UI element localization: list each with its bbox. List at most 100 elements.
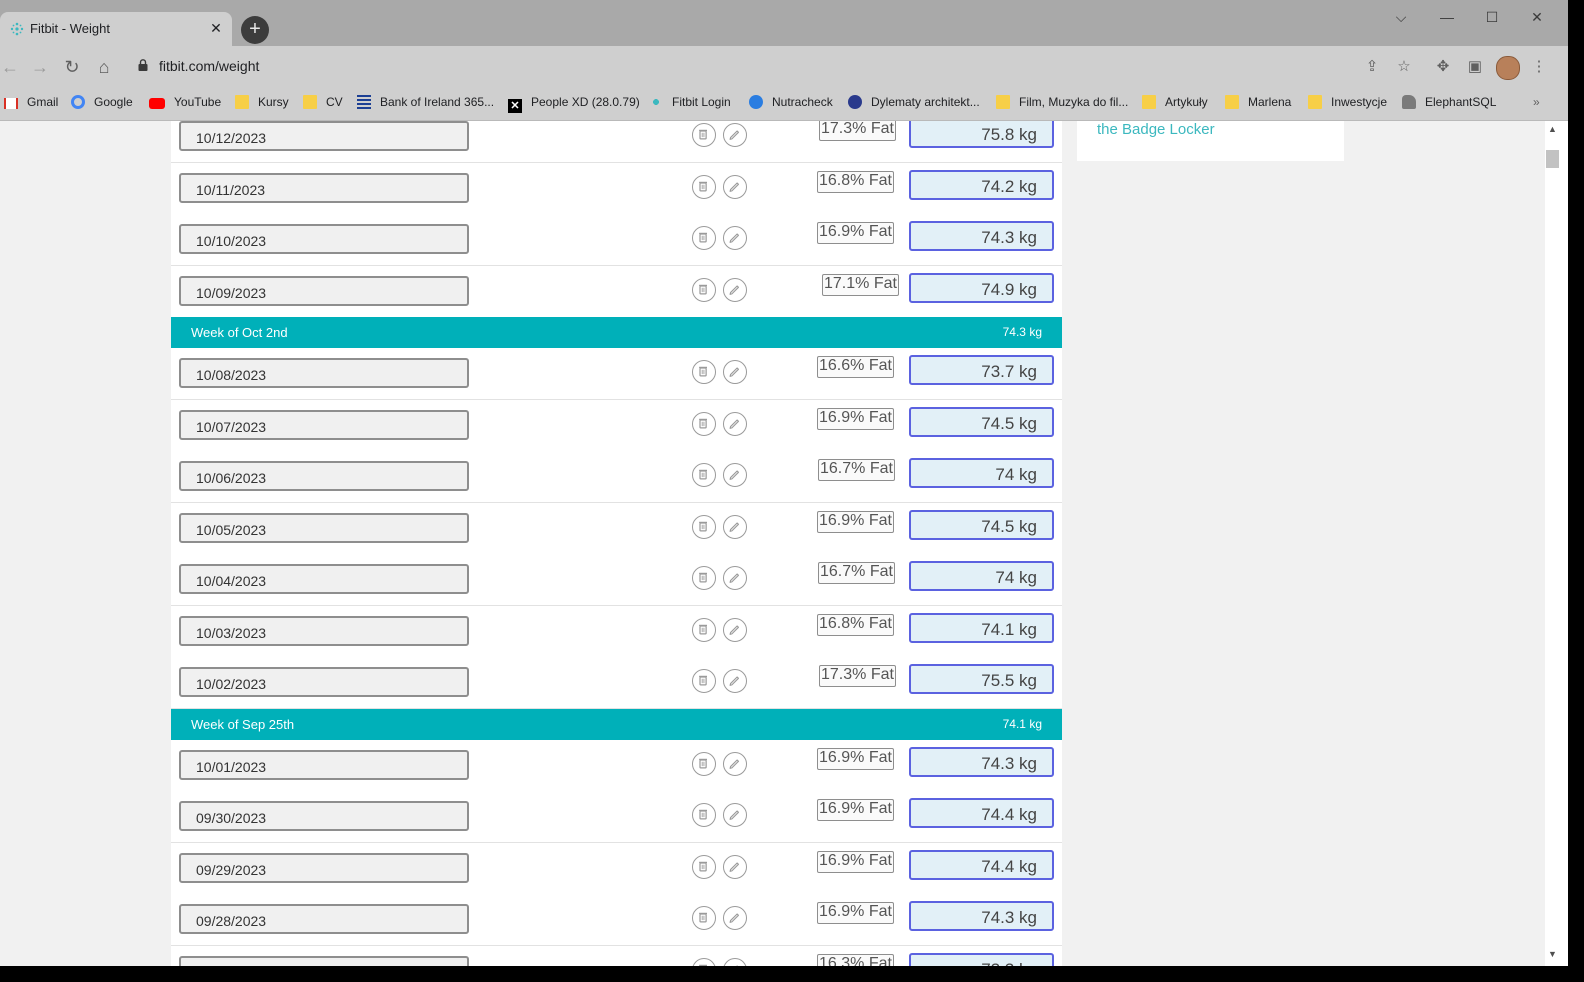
weight-field[interactable]: 73.3 kg — [909, 952, 1054, 966]
date-field[interactable]: 10/01/2023 — [179, 749, 469, 780]
delete-button[interactable] — [692, 411, 716, 436]
date-field[interactable]: 10/12/2023 — [179, 121, 469, 151]
date-field[interactable]: 09/28/2023 — [179, 904, 469, 934]
date-field[interactable]: 10/09/2023 — [179, 275, 469, 306]
new-tab-button[interactable]: + — [241, 16, 269, 44]
scrollbar[interactable]: ▲ ▼ — [1545, 121, 1560, 966]
edit-button[interactable] — [723, 957, 747, 966]
date-field[interactable]: 10/04/2023 — [179, 564, 469, 594]
bookmark-artykuly[interactable]: Artykuły — [1142, 95, 1208, 113]
weight-field[interactable]: 74.2 kg — [909, 169, 1054, 200]
bookmark-elephantsql[interactable]: ElephantSQL — [1402, 95, 1496, 113]
edit-button[interactable] — [723, 514, 747, 539]
bookmark-cv[interactable]: CV — [303, 95, 343, 113]
delete-button[interactable] — [692, 226, 716, 250]
delete-button[interactable] — [692, 854, 716, 879]
delete-button[interactable] — [692, 957, 716, 966]
scroll-up-icon[interactable]: ▲ — [1548, 124, 1557, 134]
bookmark-fitbit-login[interactable]: Fitbit Login — [649, 95, 731, 113]
bookmark-kursy[interactable]: Kursy — [235, 95, 289, 113]
delete-button[interactable] — [692, 123, 716, 147]
weight-field[interactable]: 74 kg — [909, 561, 1054, 591]
star-icon[interactable]: ☆ — [1393, 56, 1415, 78]
delete-button[interactable] — [692, 566, 716, 590]
share-icon[interactable]: ⇪ — [1361, 56, 1383, 78]
weight-field[interactable]: 74.5 kg — [909, 406, 1054, 437]
avatar[interactable] — [1496, 56, 1520, 80]
delete-button[interactable] — [692, 906, 716, 930]
bookmark-film-muzyka[interactable]: Film, Muzyka do fil... — [996, 95, 1128, 113]
bookmark-gmail[interactable]: Gmail — [4, 95, 58, 113]
tab-fitbit-weight[interactable]: Fitbit - Weight ✕ — [0, 12, 232, 46]
edit-button[interactable] — [723, 566, 747, 590]
weight-field[interactable]: 74.4 kg — [909, 849, 1054, 880]
date-field[interactable]: 10/07/2023 — [179, 409, 469, 440]
date-field[interactable]: 09/27/2023 — [179, 955, 469, 966]
scroll-down-icon[interactable]: ▼ — [1548, 949, 1557, 959]
extensions-icon[interactable]: ✥ — [1432, 56, 1454, 78]
weight-field[interactable]: 75.5 kg — [909, 664, 1054, 694]
date-field[interactable]: 09/30/2023 — [179, 801, 469, 831]
edit-button[interactable] — [723, 854, 747, 879]
weight-field[interactable]: 74.5 kg — [909, 509, 1054, 540]
delete-button[interactable] — [692, 669, 716, 693]
forward-icon[interactable]: → — [28, 55, 52, 79]
chevron-down-icon[interactable]: ⌵ — [1390, 6, 1412, 28]
tab-close-icon[interactable]: ✕ — [208, 20, 224, 36]
bookmark-nutracheck[interactable]: Nutracheck — [749, 95, 833, 113]
weight-field[interactable]: 74.9 kg — [909, 272, 1054, 303]
date-field[interactable]: 10/02/2023 — [179, 667, 469, 697]
bookmark-people-xd[interactable]: ✕ People XD (28.0.79) — [508, 95, 640, 113]
edit-button[interactable] — [723, 906, 747, 930]
address-bar[interactable]: fitbit.com/weight — [128, 51, 1408, 83]
date-field[interactable]: 10/11/2023 — [179, 172, 469, 203]
home-icon[interactable]: ⌂ — [92, 55, 116, 79]
delete-button[interactable] — [692, 617, 716, 642]
edit-button[interactable] — [723, 360, 747, 384]
more-bookmarks-icon[interactable]: » — [1533, 95, 1540, 113]
delete-button[interactable] — [692, 751, 716, 776]
weight-field[interactable]: 75.8 kg — [909, 121, 1054, 148]
bookmark-youtube[interactable]: YouTube — [149, 95, 221, 113]
edit-button[interactable] — [723, 411, 747, 436]
menu-icon[interactable]: ⋮ — [1528, 56, 1550, 78]
delete-button[interactable] — [692, 514, 716, 539]
edit-button[interactable] — [723, 803, 747, 827]
edit-button[interactable] — [723, 174, 747, 199]
reload-icon[interactable]: ↻ — [60, 55, 84, 79]
bookmark-bank-of-ireland[interactable]: Bank of Ireland 365... — [357, 95, 494, 113]
weight-field[interactable]: 74.3 kg — [909, 221, 1054, 251]
back-icon[interactable]: ← — [0, 55, 22, 79]
edit-button[interactable] — [723, 277, 747, 302]
weight-field[interactable]: 74 kg — [909, 458, 1054, 488]
weight-field[interactable]: 74.3 kg — [909, 901, 1054, 931]
date-field[interactable]: 10/05/2023 — [179, 512, 469, 543]
date-field[interactable]: 10/10/2023 — [179, 224, 469, 254]
weight-field[interactable]: 74.1 kg — [909, 612, 1054, 643]
bookmark-marlena[interactable]: Marlena — [1225, 95, 1291, 113]
side-panel-icon[interactable]: ▣ — [1464, 56, 1486, 78]
date-field[interactable]: 10/08/2023 — [179, 358, 469, 388]
scrollbar-thumb[interactable] — [1546, 150, 1559, 168]
edit-button[interactable] — [723, 226, 747, 250]
bookmark-dylematy[interactable]: Dylematy architekt... — [848, 95, 980, 113]
date-field[interactable]: 10/06/2023 — [179, 461, 469, 491]
edit-button[interactable] — [723, 617, 747, 642]
delete-button[interactable] — [692, 803, 716, 827]
edit-button[interactable] — [723, 123, 747, 147]
weight-field[interactable]: 74.4 kg — [909, 798, 1054, 828]
edit-button[interactable] — [723, 751, 747, 776]
delete-button[interactable] — [692, 174, 716, 199]
bookmark-inwestycje[interactable]: Inwestycje — [1308, 95, 1387, 113]
badge-locker-link[interactable]: the Badge Locker — [1097, 121, 1215, 138]
delete-button[interactable] — [692, 277, 716, 302]
weight-field[interactable]: 73.7 kg — [909, 355, 1054, 385]
minimize-icon[interactable]: — — [1436, 6, 1458, 28]
bookmark-google[interactable]: Google — [71, 95, 133, 113]
date-field[interactable]: 09/29/2023 — [179, 852, 469, 883]
weight-field[interactable]: 74.3 kg — [909, 746, 1054, 777]
delete-button[interactable] — [692, 463, 716, 487]
edit-button[interactable] — [723, 669, 747, 693]
maximize-icon[interactable]: ☐ — [1481, 6, 1503, 28]
date-field[interactable]: 10/03/2023 — [179, 615, 469, 646]
